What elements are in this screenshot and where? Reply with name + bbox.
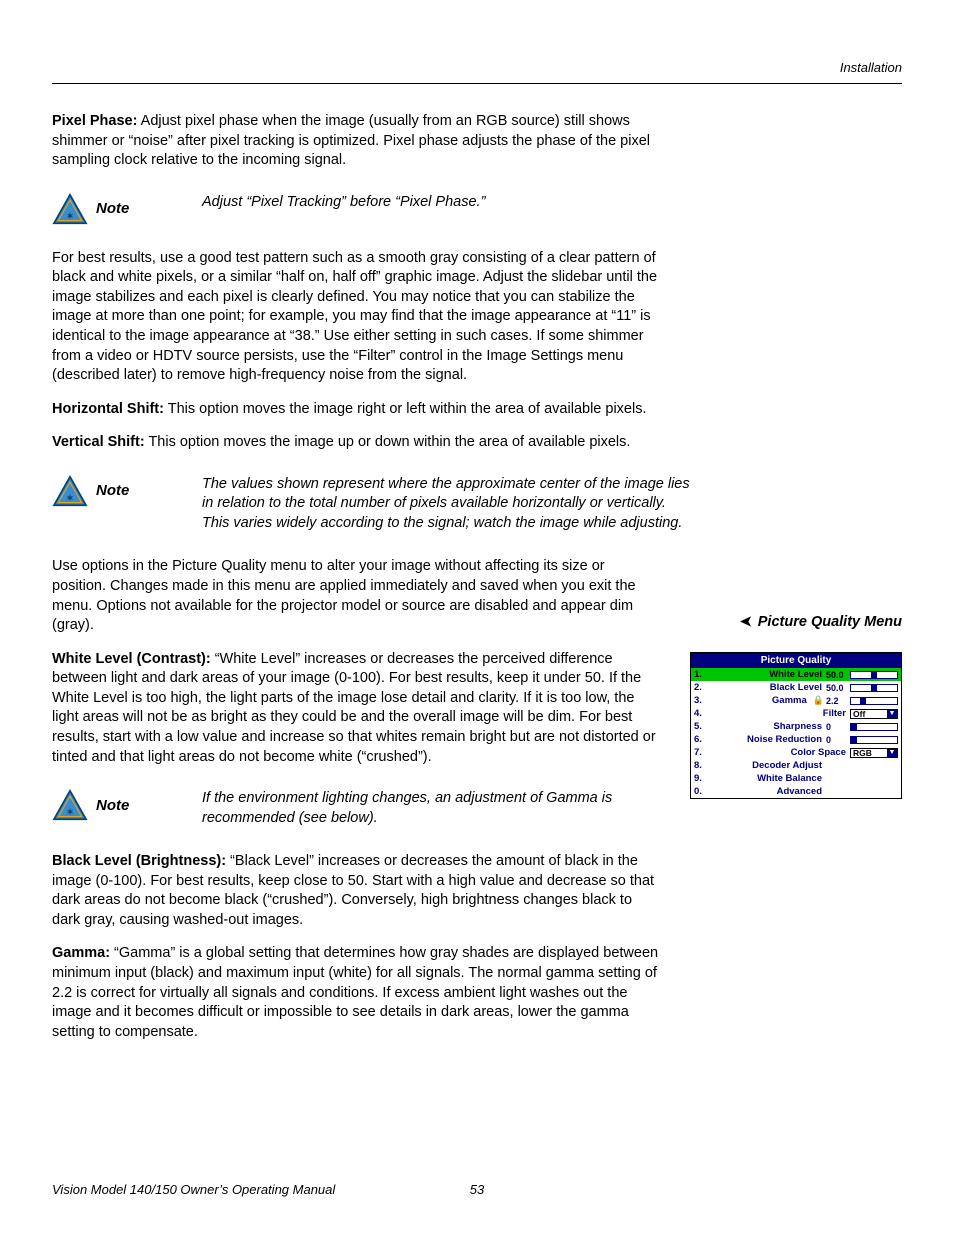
para-black-level: Black Level (Brightness): “Black Level” … [52, 852, 662, 930]
note-text-2: The values shown represent where the app… [202, 475, 692, 534]
menu-row-value: 0 [826, 722, 850, 732]
menu-row[interactable]: 8.Decoder Adjust [691, 759, 901, 772]
slider-thumb[interactable] [871, 671, 877, 679]
footer-title: Vision Model 140/150 Owner’s Operating M… [52, 1182, 335, 1197]
menu-row-num: 6. [694, 734, 712, 745]
side-heading-pq: ➤ Picture Quality Menu [740, 614, 902, 630]
para-best-results: For best results, use a good test patter… [52, 249, 662, 386]
menu-row-value: 50.0 [826, 670, 850, 680]
menu-picture-quality: Picture Quality 1.White Level50.02.Black… [690, 652, 902, 799]
text-hshift: This option moves the image right or lef… [164, 401, 647, 417]
menu-slider[interactable] [850, 723, 898, 731]
menu-row-num: 3. [694, 695, 712, 706]
menu-row-label: Black Level [712, 682, 826, 693]
note-icon: ✶ [52, 475, 88, 507]
note-label: Note [96, 482, 129, 499]
menu-row-num: 1. [694, 669, 712, 680]
note-block-2: ✶ Note The values shown represent where … [52, 475, 692, 534]
menu-row[interactable]: 3.Gamma🔒2.2 [691, 694, 901, 707]
menu-title: Picture Quality [691, 653, 901, 668]
text-white-level: “White Level” increases or decreases the… [52, 651, 656, 765]
menu-row-value: 50.0 [826, 683, 850, 693]
menu-row-num: 4. [694, 708, 712, 719]
label-black-level: Black Level (Brightness): [52, 853, 226, 869]
menu-row-label: Color Space [712, 747, 850, 758]
menu-row[interactable]: 6.Noise Reduction0 [691, 733, 901, 746]
menu-slider[interactable] [850, 697, 898, 705]
menu-row[interactable]: 7.Color SpaceRGB ▼ [691, 746, 901, 759]
menu-row-label: White Balance [712, 773, 826, 784]
note-text-3: If the environment lighting changes, an … [202, 789, 692, 828]
menu-row-label: Decoder Adjust [712, 760, 826, 771]
menu-slider[interactable] [850, 671, 898, 679]
menu-dropdown[interactable]: Off ▼ [850, 709, 898, 719]
menu-row[interactable]: 5.Sharpness0 [691, 720, 901, 733]
section-header: Installation [52, 60, 902, 75]
slider-thumb[interactable] [871, 684, 877, 692]
para-vshift: Vertical Shift: This option moves the im… [52, 433, 662, 453]
text-vshift: This option moves the image up or down w… [145, 434, 631, 450]
label-vshift: Vertical Shift: [52, 434, 145, 450]
note-text-1: Adjust “Pixel Tracking” before “Pixel Ph… [202, 193, 692, 213]
menu-row-num: 9. [694, 773, 712, 784]
menu-row[interactable]: 9.White Balance [691, 772, 901, 785]
label-white-level: White Level (Contrast): [52, 651, 211, 667]
dropdown-value: RGB [853, 748, 872, 758]
menu-row-num: 8. [694, 760, 712, 771]
para-pixel-phase: Pixel Phase: Adjust pixel phase when the… [52, 112, 662, 171]
menu-row[interactable]: 2.Black Level50.0 [691, 681, 901, 694]
menu-row-label: Filter [712, 708, 850, 719]
dropdown-value: Off [853, 709, 865, 719]
menu-row-num: 0. [694, 786, 712, 797]
chevron-down-icon[interactable]: ▼ [887, 749, 897, 757]
side-heading-text: Picture Quality Menu [758, 614, 902, 630]
menu-row-num: 2. [694, 682, 712, 693]
label-hshift: Horizontal Shift: [52, 401, 164, 417]
para-gamma: Gamma: “Gamma” is a global setting that … [52, 944, 662, 1042]
slider-thumb[interactable] [851, 736, 857, 744]
note-block-3: ✶ Note If the environment lighting chang… [52, 789, 692, 828]
label-gamma: Gamma: [52, 945, 110, 961]
svg-text:✶: ✶ [66, 807, 73, 817]
menu-row-label: Gamma [712, 695, 811, 706]
text-pixel-phase: Adjust pixel phase when the image (usual… [52, 113, 650, 168]
slider-thumb[interactable] [851, 723, 857, 731]
menu-row[interactable]: 1.White Level50.0 [691, 668, 901, 681]
menu-row-label: White Level [712, 669, 826, 680]
text-gamma: “Gamma” is a global setting that determi… [52, 945, 658, 1039]
para-pq-intro: Use options in the Picture Quality menu … [52, 557, 662, 635]
label-pixel-phase: Pixel Phase: [52, 113, 137, 129]
page-number: 53 [470, 1182, 484, 1197]
note-label: Note [96, 797, 129, 814]
svg-text:✶: ✶ [66, 210, 73, 220]
note-icon: ✶ [52, 789, 88, 821]
menu-dropdown[interactable]: RGB ▼ [850, 748, 898, 758]
para-hshift: Horizontal Shift: This option moves the … [52, 400, 662, 420]
svg-text:✶: ✶ [66, 493, 73, 503]
menu-row-num: 7. [694, 747, 712, 758]
chevron-down-icon[interactable]: ▼ [887, 710, 897, 718]
page-footer: Vision Model 140/150 Owner’s Operating M… [52, 1182, 902, 1197]
menu-slider[interactable] [850, 684, 898, 692]
menu-row-label: Noise Reduction [712, 734, 826, 745]
menu-row-num: 5. [694, 721, 712, 732]
menu-row-value: 0 [826, 735, 850, 745]
note-icon: ✶ [52, 193, 88, 225]
lock-icon: 🔒 [813, 695, 824, 706]
menu-row-label: Sharpness [712, 721, 826, 732]
arrow-left-icon: ➤ [740, 614, 752, 630]
note-label: Note [96, 200, 129, 217]
slider-thumb[interactable] [860, 697, 866, 705]
para-white-level: White Level (Contrast): “White Level” in… [52, 650, 662, 767]
menu-row[interactable]: 0.Advanced [691, 785, 901, 798]
note-block-1: ✶ Note Adjust “Pixel Tracking” before “P… [52, 193, 692, 225]
menu-row-value: 2.2 [826, 696, 850, 706]
menu-row-label: Advanced [712, 786, 826, 797]
menu-slider[interactable] [850, 736, 898, 744]
menu-row[interactable]: 4.FilterOff ▼ [691, 707, 901, 720]
header-rule [52, 83, 902, 84]
